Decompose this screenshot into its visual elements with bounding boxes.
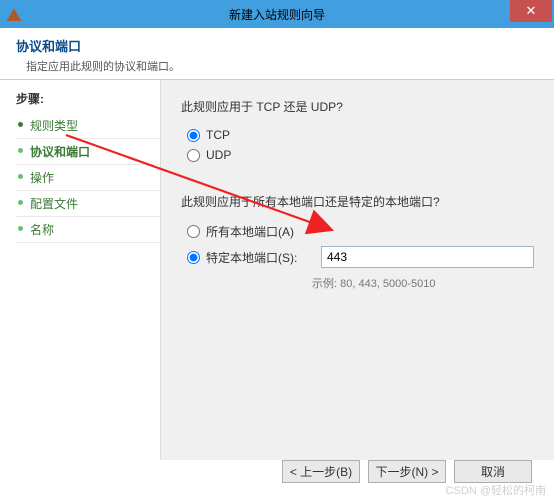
steps-sidebar: 步骤: 规则类型 协议和端口 操作 配置文件 名称: [0, 80, 160, 460]
wizard-header: 协议和端口 指定应用此规则的协议和端口。: [0, 28, 554, 80]
window-title: 新建入站规则向导: [229, 6, 325, 23]
udp-row[interactable]: UDP: [181, 145, 534, 165]
udp-radio[interactable]: [187, 149, 200, 162]
udp-label: UDP: [206, 148, 231, 162]
port-input[interactable]: [321, 246, 534, 268]
cancel-button[interactable]: 取消: [454, 460, 532, 483]
close-button[interactable]: ✕: [510, 0, 552, 22]
tcp-label: TCP: [206, 128, 230, 142]
steps-heading: 步骤:: [16, 90, 160, 107]
back-button[interactable]: < 上一步(B): [282, 460, 360, 483]
step-protocol-port[interactable]: 协议和端口: [16, 139, 160, 165]
specific-ports-radio[interactable]: [187, 251, 200, 264]
specific-ports-row: 特定本地端口(S):: [181, 243, 534, 271]
next-button[interactable]: 下一步(N) >: [368, 460, 446, 483]
specific-ports-radio-wrap[interactable]: 特定本地端口(S):: [187, 249, 321, 266]
step-name[interactable]: 名称: [16, 217, 160, 243]
page-subtitle: 指定应用此规则的协议和端口。: [16, 58, 538, 74]
titlebar: 新建入站规则向导 ✕: [0, 0, 554, 28]
specific-ports-label: 特定本地端口(S):: [206, 249, 321, 266]
all-ports-radio[interactable]: [187, 225, 200, 238]
port-hint: 示例: 80, 443, 5000-5010: [181, 271, 534, 291]
tcp-row[interactable]: TCP: [181, 125, 534, 145]
app-icon: [6, 6, 22, 22]
wizard-body: 步骤: 规则类型 协议和端口 操作 配置文件 名称 此规则应用于 TCP 还是 …: [0, 80, 554, 460]
protocol-question: 此规则应用于 TCP 还是 UDP?: [181, 98, 534, 115]
all-ports-row[interactable]: 所有本地端口(A): [181, 220, 534, 243]
step-action[interactable]: 操作: [16, 165, 160, 191]
step-profile[interactable]: 配置文件: [16, 191, 160, 217]
tcp-radio[interactable]: [187, 129, 200, 142]
all-ports-label: 所有本地端口(A): [206, 223, 294, 240]
close-icon: ✕: [526, 3, 537, 19]
port-question: 此规则应用于所有本地端口还是特定的本地端口?: [181, 193, 534, 210]
wizard-main: 此规则应用于 TCP 还是 UDP? TCP UDP 此规则应用于所有本地端口还…: [160, 80, 554, 460]
watermark: CSDN @轻松的柯南: [446, 482, 546, 498]
page-title: 协议和端口: [16, 36, 538, 58]
step-rule-type[interactable]: 规则类型: [16, 113, 160, 139]
